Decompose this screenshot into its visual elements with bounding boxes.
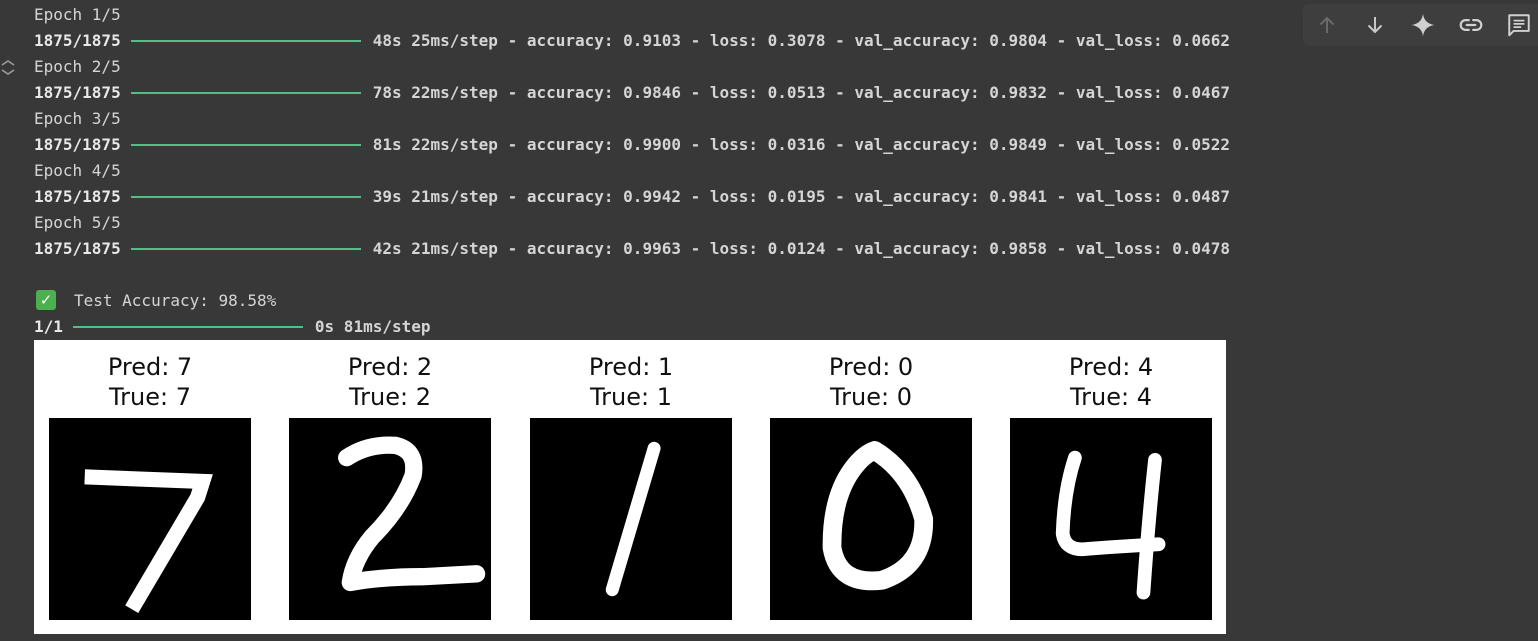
arrow-down-icon <box>1367 17 1383 34</box>
cell-toolbar <box>1303 4 1538 46</box>
true-label: True: 4 <box>1070 383 1152 411</box>
epoch-label: Epoch 5/5 <box>34 213 121 232</box>
epoch-metrics: - accuracy: 0.9900 - loss: 0.0316 - val_… <box>507 135 1231 154</box>
add-comment-button[interactable] <box>1495 4 1538 46</box>
step-timing: 39s 21ms/step <box>372 187 498 206</box>
epoch-metrics: - accuracy: 0.9942 - loss: 0.0195 - val_… <box>507 187 1231 206</box>
step-count: 1875/1875 <box>34 31 121 50</box>
true-label: True: 2 <box>349 383 431 411</box>
step-count: 1875/1875 <box>34 135 121 154</box>
test-accuracy-text: Test Accuracy: 98.58% <box>74 291 277 310</box>
step-count: 1875/1875 <box>34 239 121 258</box>
comment-icon <box>1508 14 1530 37</box>
prediction-panel: Pred: 0 True: 0 <box>770 340 972 634</box>
epoch-progress-line: 1875/1875 39s 21ms/step - accuracy: 0.994… <box>34 184 1230 210</box>
prediction-panel: Pred: 4 True: 4 <box>1010 340 1212 634</box>
true-label: True: 1 <box>590 383 672 411</box>
true-label: True: 0 <box>830 383 912 411</box>
pred-label: Pred: 1 <box>588 353 674 381</box>
progress-bar <box>130 91 361 94</box>
step-timing: 42s 21ms/step <box>372 239 498 258</box>
step-count: 1/1 <box>34 317 63 336</box>
output-collapse-icon[interactable] <box>0 60 16 84</box>
digit-image <box>1010 418 1212 620</box>
arrow-up-icon <box>1319 16 1335 33</box>
progress-bar <box>130 39 361 42</box>
test-accuracy-line: ✓ Test Accuracy: 98.58% <box>36 288 276 314</box>
epoch-metrics: - accuracy: 0.9963 - loss: 0.0124 - val_… <box>507 239 1231 258</box>
predict-progress-line: 1/1 0s 81ms/step <box>34 314 431 340</box>
cell-output: Epoch 1/5 1875/1875 48s 25ms/step - accur… <box>0 0 1538 641</box>
epoch-label: Epoch 1/5 <box>34 5 121 24</box>
progress-bar <box>72 325 303 328</box>
epoch-label: Epoch 3/5 <box>34 109 121 128</box>
copy-link-button[interactable] <box>1447 4 1495 46</box>
prediction-panel: Pred: 7 True: 7 <box>49 340 251 634</box>
check-mark-icon: ✓ <box>36 289 56 310</box>
epoch-progress-line: 1875/1875 78s 22ms/step - accuracy: 0.984… <box>34 80 1230 106</box>
gemini-button[interactable] <box>1399 4 1447 46</box>
progress-bar <box>130 143 361 146</box>
pred-label: Pred: 2 <box>347 353 433 381</box>
epoch-progress-line: 1875/1875 42s 21ms/step - accuracy: 0.996… <box>34 236 1230 262</box>
digit-image <box>770 418 972 620</box>
move-cell-up-button[interactable] <box>1303 4 1351 46</box>
prediction-panel: Pred: 2 True: 2 <box>289 340 491 634</box>
step-count: 1875/1875 <box>34 83 121 102</box>
move-cell-down-button[interactable] <box>1351 4 1399 46</box>
pred-label: Pred: 0 <box>828 353 914 381</box>
sparkle-icon <box>1411 13 1435 37</box>
pred-label: Pred: 7 <box>107 353 193 381</box>
prediction-panel: Pred: 1 True: 1 <box>530 340 732 634</box>
progress-bar <box>130 195 361 198</box>
epoch-metrics: - accuracy: 0.9103 - loss: 0.3078 - val_… <box>507 31 1231 50</box>
step-timing: 0s 81ms/step <box>314 317 431 336</box>
epoch-label: Epoch 2/5 <box>34 57 121 76</box>
prediction-figure: Pred: 7 True: 7 Pred: 2 True: 2 Pred: 1 … <box>34 340 1226 634</box>
step-count: 1875/1875 <box>34 187 121 206</box>
epoch-metrics: - accuracy: 0.9846 - loss: 0.0513 - val_… <box>507 83 1231 102</box>
step-timing: 78s 22ms/step <box>372 83 498 102</box>
epoch-progress-line: 1875/1875 48s 25ms/step - accuracy: 0.910… <box>34 28 1230 54</box>
step-timing: 81s 22ms/step <box>372 135 498 154</box>
epoch-label: Epoch 4/5 <box>34 161 121 180</box>
digit-image <box>530 418 732 620</box>
epoch-progress-line: 1875/1875 81s 22ms/step - accuracy: 0.990… <box>34 132 1230 158</box>
pred-label: Pred: 4 <box>1068 353 1154 381</box>
link-icon <box>1459 19 1483 31</box>
step-timing: 48s 25ms/step <box>372 31 498 50</box>
digit-image <box>49 418 251 620</box>
true-label: True: 7 <box>109 383 191 411</box>
progress-bar <box>130 247 361 250</box>
digit-image <box>289 418 491 620</box>
